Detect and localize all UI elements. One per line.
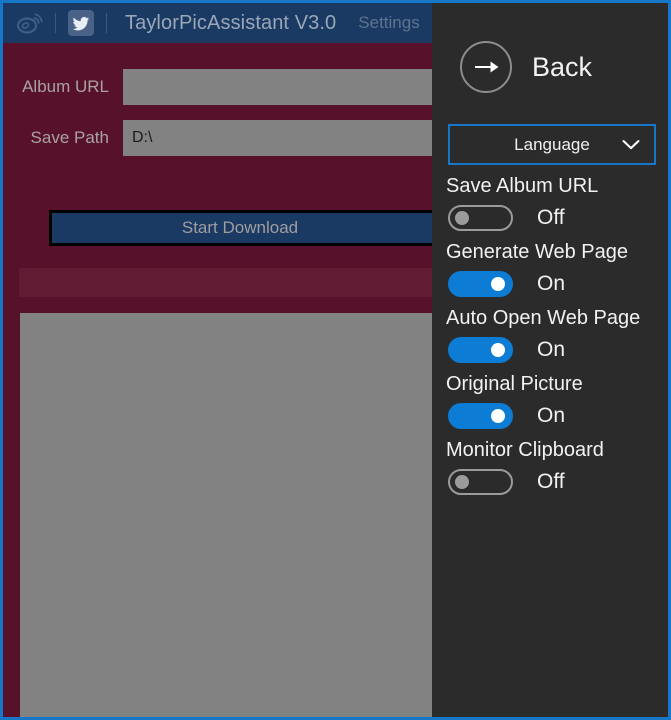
- setting-row-save-album-url: Off: [448, 205, 654, 231]
- twitter-icon[interactable]: [66, 8, 96, 38]
- weibo-icon[interactable]: [15, 8, 45, 38]
- toggle-state-save-album-url: Off: [537, 206, 565, 229]
- toggle-state-original-picture: On: [537, 404, 566, 427]
- setting-row-original-picture: On: [448, 403, 654, 429]
- application-window: TaylorPicAssistant V3.0 Settings Album U…: [0, 0, 671, 720]
- save-path-label: Save Path: [30, 128, 109, 147]
- toggle-knob: [491, 409, 505, 423]
- arrow-right-circle-icon: [460, 41, 512, 93]
- toggle-knob: [455, 211, 469, 225]
- toggle-monitor-clipboard[interactable]: [448, 469, 513, 495]
- toggle-knob: [491, 277, 505, 291]
- setting-label-monitor-clipboard: Monitor Clipboard: [446, 439, 604, 461]
- toggle-state-generate-web-page: On: [537, 272, 566, 295]
- toggle-state-auto-open-web-page: On: [537, 338, 566, 361]
- toggle-knob: [491, 343, 505, 357]
- settings-panel: Back Language Save Album URL Off Generat…: [432, 3, 668, 717]
- setting-label-save-album-url: Save Album URL: [446, 175, 599, 197]
- toggle-state-monitor-clipboard: Off: [537, 470, 565, 493]
- setting-row-monitor-clipboard: Off: [448, 469, 654, 495]
- toggle-knob: [455, 475, 469, 489]
- setting-row-auto-open-web-page: On: [448, 337, 654, 363]
- app-title: TaylorPicAssistant V3.0: [125, 11, 337, 34]
- back-label: Back: [532, 51, 593, 82]
- progress-bar: [19, 268, 437, 297]
- album-url-label: Album URL: [22, 77, 109, 96]
- toggle-auto-open-web-page[interactable]: [448, 337, 513, 363]
- setting-label-original-picture: Original Picture: [446, 373, 583, 395]
- toggle-save-album-url[interactable]: [448, 205, 513, 231]
- setting-row-generate-web-page: On: [448, 271, 654, 297]
- back-button[interactable]: Back: [460, 41, 654, 93]
- toggle-generate-web-page[interactable]: [448, 271, 513, 297]
- language-select[interactable]: Language: [448, 124, 656, 165]
- language-select-label: Language: [514, 134, 590, 154]
- preview-area: [20, 313, 437, 717]
- toggle-original-picture[interactable]: [448, 403, 513, 429]
- settings-menu-item[interactable]: Settings: [358, 13, 419, 33]
- titlebar-divider-1: [55, 13, 56, 33]
- chevron-down-icon: [622, 139, 640, 150]
- setting-label-auto-open-web-page: Auto Open Web Page: [446, 307, 641, 329]
- titlebar-divider-2: [106, 13, 107, 33]
- start-download-button[interactable]: Start Download: [49, 210, 437, 246]
- setting-label-generate-web-page: Generate Web Page: [446, 241, 628, 263]
